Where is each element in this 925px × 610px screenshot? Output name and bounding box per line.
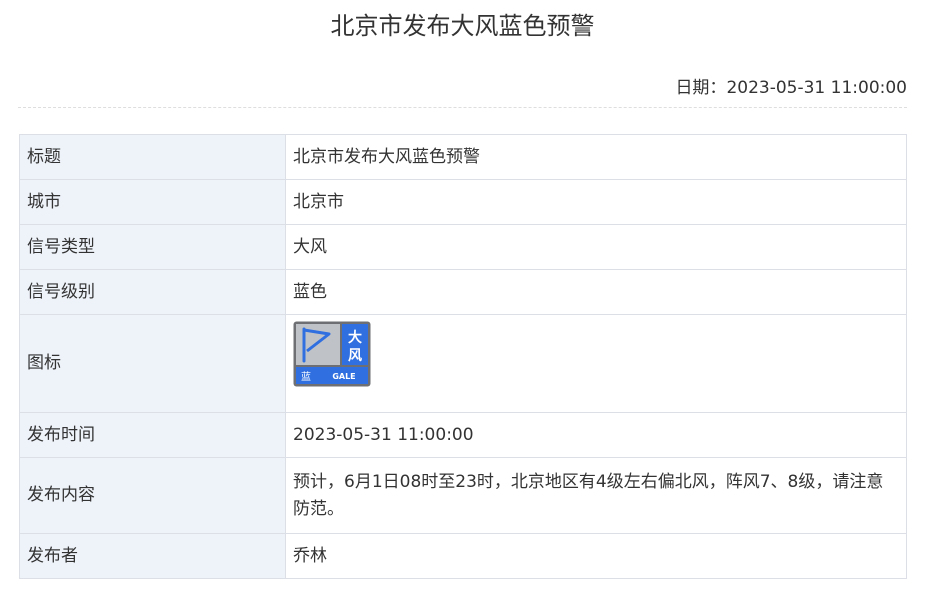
publish-date: 日期：2023-05-31 11:00:00 [675,76,907,100]
table-row-icon: 图标 大 风 蓝 GALE [19,314,907,413]
warning-info-table: 标题 北京市发布大风蓝色预警 城市 北京市 信号类型 大风 信号级别 蓝色 图标 [19,134,907,579]
row-label: 发布时间 [19,412,286,458]
table-row-publisher: 发布者 乔林 [19,533,907,579]
date-value: 2023-05-31 11:00:00 [726,78,907,98]
row-label: 信号级别 [19,269,286,315]
date-label: 日期： [675,78,727,98]
row-value: 蓝色 [285,269,907,315]
row-label: 信号类型 [19,224,286,270]
icon-text-main-2: 风 [348,348,362,364]
table-row-signal-level: 信号级别 蓝色 [19,269,907,315]
row-label: 标题 [19,134,286,180]
icon-text-en: GALE [332,372,355,381]
row-value: 乔林 [285,533,907,579]
icon-text-main-1: 大 [348,329,362,346]
icon-text-level: 蓝 [301,371,311,383]
page-title: 北京市发布大风蓝色预警 [330,12,595,40]
row-value: 北京市发布大风蓝色预警 [285,134,907,180]
row-value-icon: 大 风 蓝 GALE [285,314,907,413]
row-value: 预计，6月1日08时至23时，北京地区有4级左右偏北风，阵风7、8级，请注意防范… [285,457,907,534]
row-label: 城市 [19,179,286,225]
table-row-publish-time: 发布时间 2023-05-31 11:00:00 [19,412,907,458]
row-value: 大风 [285,224,907,270]
row-value: 北京市 [285,179,907,225]
row-label: 发布者 [19,533,286,579]
table-row-content: 发布内容 预计，6月1日08时至23时，北京地区有4级左右偏北风，阵风7、8级，… [19,457,907,534]
table-row-city: 城市 北京市 [19,179,907,225]
table-row-title: 标题 北京市发布大风蓝色预警 [19,134,907,180]
table-row-signal-type: 信号类型 大风 [19,224,907,270]
title-divider [18,107,907,108]
row-value: 2023-05-31 11:00:00 [285,412,907,458]
row-label: 图标 [19,314,286,413]
gale-blue-warning-icon: 大 风 蓝 GALE [293,321,371,387]
row-label: 发布内容 [19,457,286,534]
